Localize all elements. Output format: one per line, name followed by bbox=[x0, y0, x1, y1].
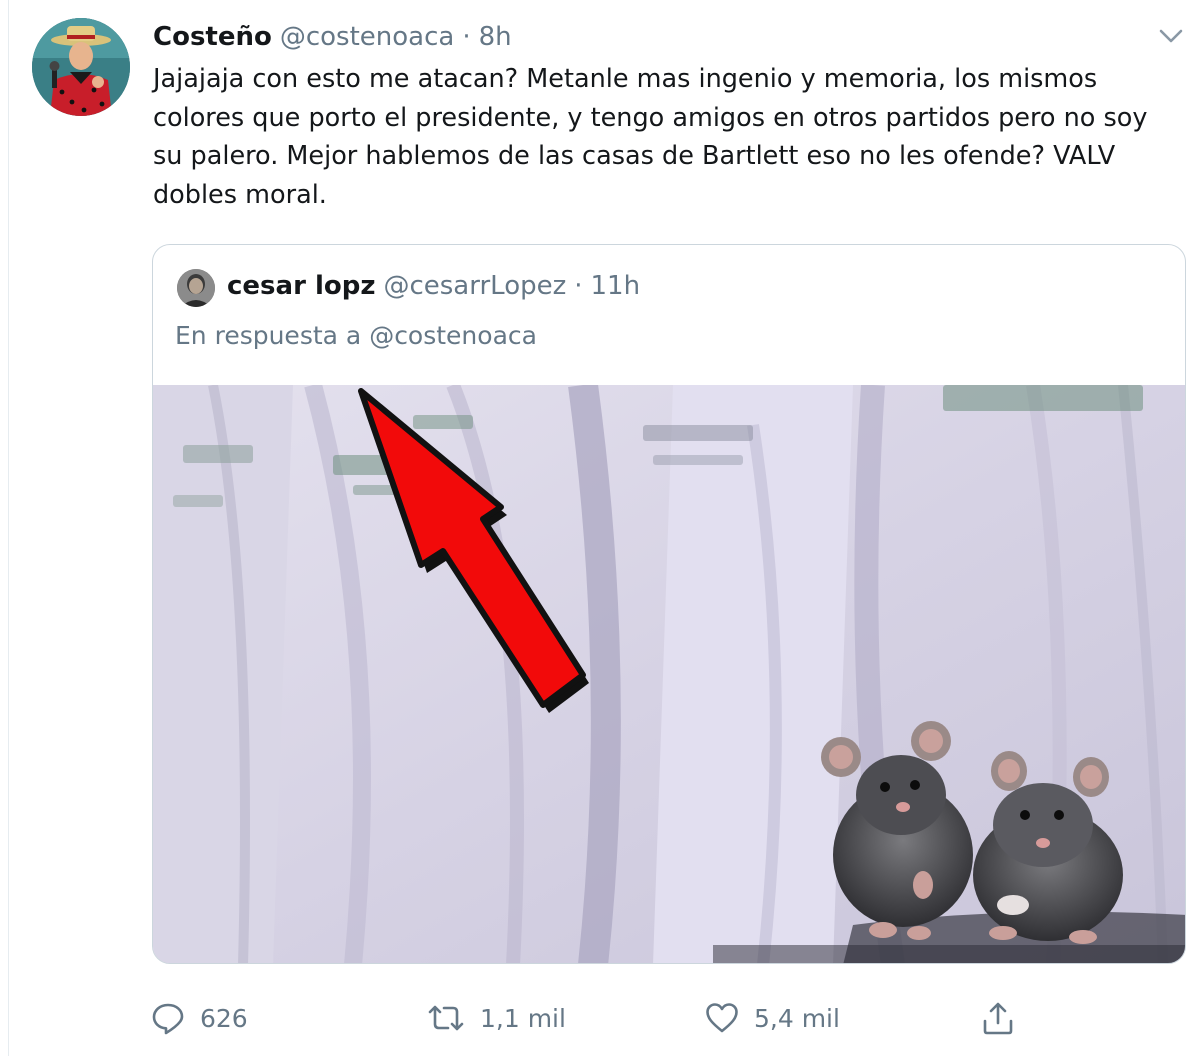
quoted-author-name: cesar lopz bbox=[227, 271, 376, 301]
share-icon bbox=[983, 1002, 1013, 1035]
author-avatar[interactable] bbox=[32, 18, 130, 116]
heart-icon bbox=[706, 1003, 738, 1033]
reply-prefix: En respuesta a bbox=[175, 321, 362, 350]
tweet-header: Costeño @costenoaca · 8h bbox=[153, 22, 512, 58]
profile-photo bbox=[32, 18, 130, 116]
quoted-tweet[interactable]: cesar lopz @cesarrLopez · 11h En respues… bbox=[152, 244, 1186, 964]
chevron-down-icon[interactable] bbox=[1158, 26, 1184, 46]
comment-icon bbox=[152, 1003, 184, 1035]
like-count: 5,4 mil bbox=[754, 1003, 840, 1033]
reply-count: 626 bbox=[200, 1003, 248, 1033]
retweet-count: 1,1 mil bbox=[480, 1003, 566, 1033]
tweet[interactable]: Costeño @costenoaca · 8h Jajajaja con es… bbox=[0, 0, 1200, 1056]
author-handle[interactable]: @costenoaca bbox=[280, 22, 454, 52]
quoted-author-handle: @cesarrLopez bbox=[383, 271, 567, 301]
quoted-header: cesar lopz @cesarrLopez · 11h bbox=[227, 271, 640, 301]
retweet-icon bbox=[428, 1005, 464, 1031]
reply-button[interactable]: 626 bbox=[150, 996, 248, 1040]
separator-dot: · bbox=[462, 22, 471, 52]
timeline-divider bbox=[8, 0, 9, 1056]
photo-white-shirts-red-arrow-rats bbox=[153, 385, 1185, 963]
separator-dot: · bbox=[574, 271, 583, 301]
like-button[interactable]: 5,4 mil bbox=[704, 996, 840, 1040]
quoted-author-avatar bbox=[177, 269, 215, 307]
reply-context: En respuesta a @costenoaca bbox=[175, 321, 537, 350]
share-button[interactable] bbox=[980, 996, 1016, 1040]
quoted-timestamp: 11h bbox=[590, 271, 641, 301]
tweet-text: Jajajaja con esto me atacan? Metanle mas… bbox=[153, 64, 1148, 210]
retweet-button[interactable]: 1,1 mil bbox=[426, 996, 566, 1040]
tweet-timestamp[interactable]: 8h bbox=[479, 22, 512, 52]
quoted-media-photo[interactable] bbox=[153, 385, 1185, 963]
tweet-actions: 626 1,1 mil 5,4 mil bbox=[150, 996, 1030, 1040]
reply-mention: @costenoaca bbox=[369, 321, 537, 350]
author-name[interactable]: Costeño bbox=[153, 22, 272, 52]
